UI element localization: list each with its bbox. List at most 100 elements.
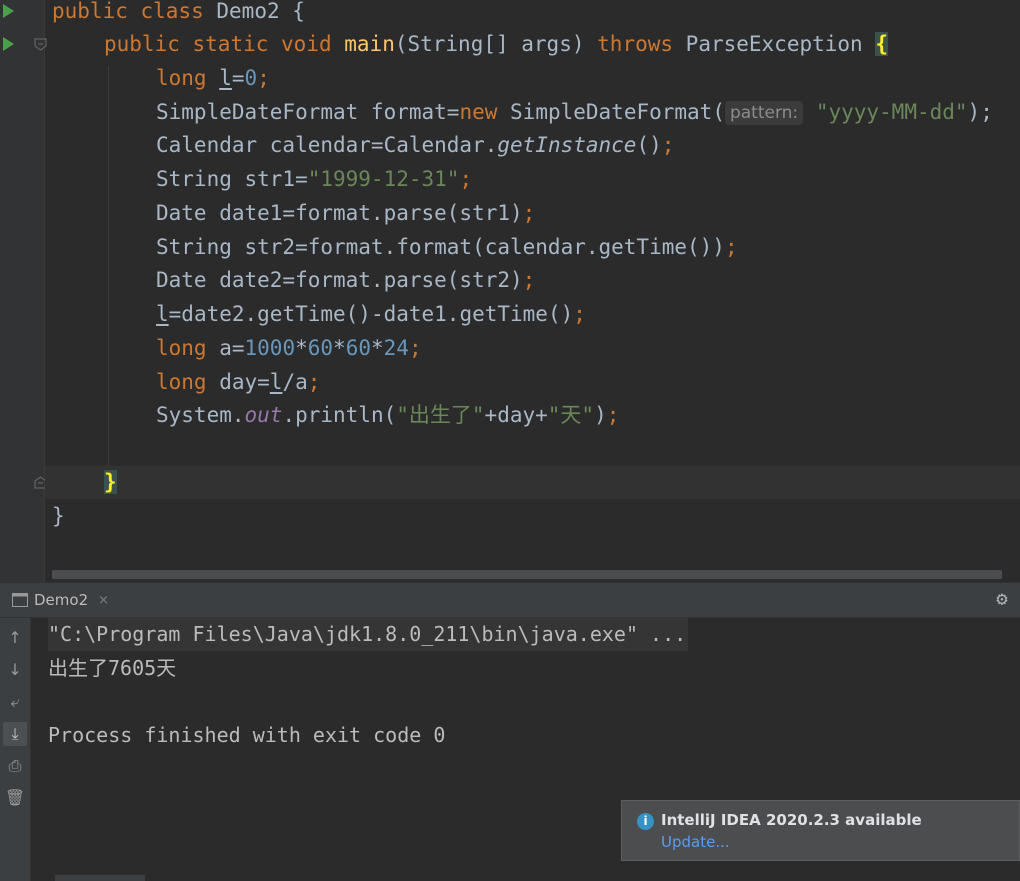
code-line-12: long day=l/a; — [156, 366, 320, 399]
keyword: static — [192, 32, 269, 56]
close-icon[interactable]: × — [98, 593, 109, 608]
number-literal: 24 — [383, 336, 409, 360]
indent-guide — [108, 66, 109, 466]
semicolon: ; — [606, 403, 620, 427]
parameter-hint: pattern: — [724, 101, 804, 125]
run-tab-demo2[interactable]: Demo2 × — [4, 583, 117, 617]
semicolon: ; — [573, 302, 586, 326]
notification-title: IntelliJ IDEA 2020.2.3 available — [661, 811, 922, 829]
down-arrow-icon[interactable]: ↓ — [3, 658, 27, 682]
code-text: a= — [206, 336, 245, 360]
operator: = — [231, 66, 245, 90]
code-text: String str1= — [156, 167, 308, 191]
operator: * — [371, 336, 384, 360]
keyword: long — [156, 66, 207, 90]
update-notification[interactable]: i IntelliJ IDEA 2020.2.3 available Updat… — [621, 800, 1020, 861]
code-text: day= — [206, 370, 270, 394]
current-line-highlight — [45, 466, 1020, 499]
code-text: .println( — [282, 403, 397, 427]
code-text: () — [636, 133, 662, 157]
soft-wrap-icon[interactable]: ⤶ — [3, 690, 27, 714]
number-literal: 0 — [244, 66, 258, 90]
gear-icon[interactable]: ⚙ — [992, 589, 1012, 609]
matched-brace: { — [875, 32, 888, 56]
static-method-call: getInstance — [497, 133, 637, 157]
run-class-icon[interactable] — [3, 4, 14, 18]
code-text: Date date2=format.parse(str2) — [156, 268, 523, 292]
code-line-3: long l=0; — [156, 62, 270, 95]
editor-gutter — [0, 0, 45, 582]
semicolon: ; — [408, 336, 422, 360]
keyword: long — [156, 370, 207, 394]
semicolon: ; — [522, 201, 536, 225]
scroll-to-end-icon[interactable]: ⤓ — [3, 722, 27, 746]
semicolon: ; — [307, 370, 321, 394]
console-exit-line: Process finished with exit code 0 — [48, 723, 446, 747]
string-literal: "天" — [547, 403, 595, 427]
code-line-6: String str1="1999-12-31"; — [156, 163, 472, 196]
class-name: Demo2 — [216, 0, 280, 23]
keyword: throws — [597, 32, 674, 56]
keyword: void — [281, 32, 332, 56]
brace: { — [292, 0, 305, 23]
trash-icon[interactable]: 🗑 — [3, 786, 27, 810]
string-literal: "yyyy-MM-dd" — [815, 100, 968, 124]
code-line-2: public static void main(String[] args) t… — [104, 28, 888, 61]
console-command-line: "C:\Program Files\Java\jdk1.8.0_211\bin\… — [48, 618, 689, 651]
code-line-7: Date date1=format.parse(str1); — [156, 197, 535, 230]
code-text: Calendar calendar=Calendar. — [156, 133, 498, 157]
code-line-4: SimpleDateFormat format=new SimpleDateFo… — [156, 96, 993, 129]
code-line-10: l=date2.getTime()-date1.getTime(); — [156, 298, 586, 331]
string-literal: "出生了" — [396, 403, 485, 427]
code-text: /a — [282, 370, 308, 394]
run-tab-label: Demo2 — [34, 591, 89, 609]
static-field: out — [244, 403, 283, 427]
info-icon: i — [637, 813, 654, 830]
code-line-1: public class Demo2 { — [52, 0, 305, 28]
run-main-icon[interactable] — [3, 37, 14, 51]
operator: * — [333, 336, 346, 360]
number-literal: 1000 — [244, 336, 296, 360]
number-literal: 60 — [345, 336, 371, 360]
semicolon: ; — [522, 268, 536, 292]
code-text: ) — [594, 403, 607, 427]
code-line-8: String str2=format.format(calendar.getTi… — [156, 231, 738, 264]
number-literal: 60 — [307, 336, 334, 360]
console-output-line: 出生了7605天 — [48, 656, 177, 680]
variable: l — [156, 302, 169, 326]
code-text: ); — [967, 100, 993, 124]
up-arrow-icon[interactable]: ↑ — [3, 626, 27, 650]
code-line-11: long a=1000*60*60*24; — [156, 332, 422, 365]
print-icon[interactable]: ⎙ — [3, 754, 27, 778]
code-line-15: } — [104, 466, 117, 499]
matched-brace: } — [104, 470, 117, 494]
console-icon — [12, 593, 28, 607]
run-toolbar: ↑ ↓ ⤶ ⤓ ⎙ 🗑 — [0, 618, 31, 881]
code-editor[interactable]: public class Demo2 { public static void … — [0, 0, 1020, 582]
variable: l — [219, 66, 232, 90]
status-strip — [55, 875, 145, 881]
run-tab-bar: Demo2 × ⚙ — [0, 583, 1020, 618]
exception-name: ParseException — [685, 32, 863, 56]
semicolon: ; — [459, 167, 473, 191]
code-line-13: System.out.println("出生了"+day+"天"); — [156, 399, 619, 432]
keyword: long — [156, 336, 207, 360]
variable: l — [269, 370, 283, 394]
string-literal: "1999-12-31" — [307, 167, 460, 191]
code-text: SimpleDateFormat format= — [156, 100, 460, 124]
update-link[interactable]: Update... — [661, 833, 730, 851]
code-text: String str2=format.format(calendar.getTi… — [156, 235, 725, 259]
code-text: System. — [156, 403, 245, 427]
horizontal-scrollbar[interactable] — [52, 570, 1002, 579]
fold-start-icon[interactable] — [34, 38, 47, 51]
params: (String[] args) — [394, 32, 585, 56]
semicolon: ; — [661, 133, 675, 157]
keyword: public — [104, 32, 180, 56]
code-text: SimpleDateFormat( — [510, 100, 725, 124]
brace: } — [52, 504, 65, 528]
semicolon: ; — [724, 235, 738, 259]
method-name: main — [344, 32, 395, 56]
code-text: Date date1=format.parse(str1) — [156, 201, 523, 225]
code-text: =date2.getTime()-date1.getTime() — [168, 302, 574, 326]
code-text: +day+ — [484, 403, 548, 427]
